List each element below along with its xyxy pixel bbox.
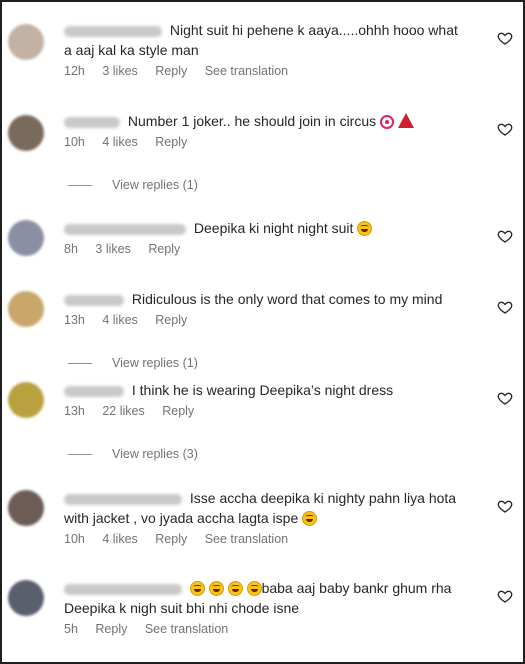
timestamp: 13h [64,404,85,418]
comment-meta: 5h Reply See translation [64,622,489,636]
comment-text: Number 1 joker.. he should join in circu… [64,111,489,131]
username-blurred[interactable] [64,25,162,37]
heart-outline-icon[interactable] [497,228,513,244]
avatar[interactable] [8,382,44,418]
divider [68,363,92,365]
comment-meta: 10h 4 likes Reply [64,135,489,149]
face-with-tears-of-joy-emoji [357,221,373,236]
comment-meta: 8h 3 likes Reply [64,242,489,256]
likes-count[interactable]: 4 likes [102,313,137,327]
avatar[interactable] [8,220,44,256]
comment-text: baba aaj baby bankr ghum rha [64,578,489,598]
avatar[interactable] [8,24,44,60]
timestamp: 10h [64,135,85,149]
face-with-tears-of-joy-emoji [208,581,224,596]
comment-text: Deepika ki night night suit [64,218,489,238]
comment-meta: 12h 3 likes Reply See translation [64,64,489,78]
comment-text: Night suit hi pehene k aaya.....ohhh hoo… [64,20,489,40]
comments-panel: Night suit hi pehene k aaya.....ohhh hoo… [0,0,525,664]
comment-text: Isse accha deepika ki nighty pahn liya h… [64,488,489,508]
reply-button[interactable]: Reply [162,404,194,418]
comment-text-continued: Deepika k nigh suit bhi nhi chode isne [64,600,300,616]
comment-text: Ridiculous is the only word that comes t… [64,289,489,309]
circus-tent-emoji [397,113,414,128]
comment-meta: 13h 4 likes Reply [64,313,489,327]
heart-outline-icon[interactable] [497,121,513,137]
see-translation-button[interactable]: See translation [145,622,228,636]
username-blurred[interactable] [64,223,186,235]
face-with-tears-of-joy-emoji [227,581,243,596]
comment-text-continued: a aaj kal ka style man [64,42,199,58]
likes-count[interactable]: 22 likes [102,404,144,418]
see-translation-button[interactable]: See translation [205,532,288,546]
clown-face-emoji [380,115,395,129]
username-blurred[interactable] [64,493,182,505]
likes-count[interactable]: 4 likes [102,532,137,546]
heart-outline-icon[interactable] [497,299,513,315]
face-with-tears-of-joy-emoji [246,581,262,596]
username-blurred[interactable] [64,385,124,397]
reply-button[interactable]: Reply [95,622,127,636]
comment-text-continued: with jacket , vo jyada accha lagta ispe [64,508,489,528]
username-blurred[interactable] [64,116,120,128]
view-replies-button[interactable]: View replies (3) [68,447,198,461]
comment-meta: 10h 4 likes Reply See translation [64,532,489,546]
face-with-tears-of-joy-emoji [302,511,318,526]
comment-meta: 13h 22 likes Reply [64,404,489,418]
reply-button[interactable]: Reply [155,532,187,546]
divider [68,454,92,456]
likes-count[interactable]: 3 likes [102,64,137,78]
reply-button[interactable]: Reply [155,313,187,327]
reply-button[interactable]: Reply [155,135,187,149]
likes-count[interactable]: 3 likes [95,242,130,256]
username-blurred[interactable] [64,294,124,306]
avatar[interactable] [8,490,44,526]
likes-count[interactable]: 4 likes [102,135,137,149]
timestamp: 10h [64,532,85,546]
timestamp: 8h [64,242,78,256]
comment-text: I think he is wearing Deepika’s night dr… [64,380,489,400]
username-blurred[interactable] [64,583,182,595]
see-translation-button[interactable]: See translation [205,64,288,78]
timestamp: 13h [64,313,85,327]
timestamp: 5h [64,622,78,636]
heart-outline-icon[interactable] [497,498,513,514]
heart-outline-icon[interactable] [497,390,513,406]
avatar[interactable] [8,291,44,327]
face-with-tears-of-joy-emoji [189,581,205,596]
divider [68,185,92,187]
timestamp: 12h [64,64,85,78]
avatar[interactable] [8,115,44,151]
heart-outline-icon[interactable] [497,30,513,46]
reply-button[interactable]: Reply [148,242,180,256]
heart-outline-icon[interactable] [497,588,513,604]
view-replies-button[interactable]: View replies (1) [68,178,198,192]
view-replies-button[interactable]: View replies (1) [68,356,198,370]
avatar[interactable] [8,580,44,616]
reply-button[interactable]: Reply [155,64,187,78]
